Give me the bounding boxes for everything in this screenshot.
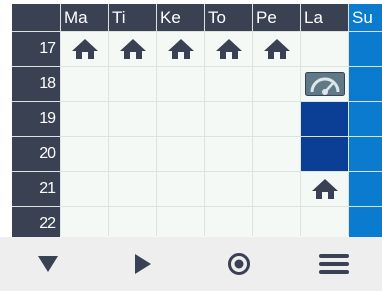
home-icon <box>215 39 242 59</box>
down-triangle-button[interactable] <box>0 237 96 291</box>
schedule-cell[interactable] <box>349 172 382 206</box>
day-header-ke[interactable]: Ke <box>157 4 204 31</box>
home-icon <box>119 39 146 59</box>
day-header-ti[interactable]: Ti <box>109 4 156 31</box>
schedule-cell[interactable] <box>349 207 382 241</box>
schedule-cell[interactable] <box>109 207 156 241</box>
schedule-cell[interactable] <box>205 137 252 171</box>
day-header-su[interactable]: Su <box>349 4 382 31</box>
schedule-cell[interactable] <box>109 172 156 206</box>
hour-label: 20 <box>12 137 60 171</box>
schedule-cell[interactable] <box>61 137 108 171</box>
schedule-cell[interactable] <box>349 67 382 101</box>
day-header-la[interactable]: La <box>301 4 348 31</box>
hour-label: 21 <box>12 172 60 206</box>
schedule-cell[interactable] <box>301 207 348 241</box>
schedule-cell[interactable] <box>205 32 252 66</box>
schedule-cell[interactable] <box>301 172 348 206</box>
schedule-cell[interactable] <box>61 207 108 241</box>
gauge-icon <box>304 72 345 96</box>
bottom-toolbar <box>0 237 382 291</box>
schedule-cell[interactable] <box>109 102 156 136</box>
menu-icon <box>319 254 350 274</box>
home-icon <box>263 39 290 59</box>
down-triangle-icon <box>37 256 58 272</box>
schedule-cell[interactable] <box>253 207 300 241</box>
schedule-cell[interactable] <box>349 102 382 136</box>
schedule-cell[interactable] <box>205 102 252 136</box>
schedule-cell[interactable] <box>157 172 204 206</box>
schedule-cell[interactable] <box>301 137 348 171</box>
schedule-cell[interactable] <box>349 32 382 66</box>
schedule-cell[interactable] <box>301 67 348 101</box>
schedule-cell[interactable] <box>109 137 156 171</box>
home-icon <box>167 39 194 59</box>
hour-label: 18 <box>12 67 60 101</box>
schedule-cell[interactable] <box>253 32 300 66</box>
play-icon <box>135 254 152 274</box>
hour-label: 22 <box>12 207 60 241</box>
schedule-cell[interactable] <box>61 172 108 206</box>
week-scheduler-grid: Ma Ti Ke To Pe La Su 17 18 19 20 21 22 <box>12 4 382 241</box>
schedule-cell[interactable] <box>205 172 252 206</box>
schedule-cell[interactable] <box>157 137 204 171</box>
schedule-cell[interactable] <box>253 137 300 171</box>
day-header-pe[interactable]: Pe <box>253 4 300 31</box>
home-icon <box>311 179 338 199</box>
day-header-ma[interactable]: Ma <box>61 4 108 31</box>
schedule-cell[interactable] <box>157 102 204 136</box>
schedule-cell[interactable] <box>109 32 156 66</box>
schedule-cell[interactable] <box>301 32 348 66</box>
schedule-cell[interactable] <box>205 207 252 241</box>
hour-label: 17 <box>12 32 60 66</box>
day-header-to[interactable]: To <box>205 4 252 31</box>
play-button[interactable] <box>96 237 192 291</box>
home-icon <box>71 39 98 59</box>
schedule-cell[interactable] <box>61 32 108 66</box>
schedule-cell[interactable] <box>301 102 348 136</box>
schedule-cell[interactable] <box>61 67 108 101</box>
schedule-cell[interactable] <box>157 67 204 101</box>
schedule-cell[interactable] <box>253 67 300 101</box>
menu-button[interactable] <box>287 237 382 291</box>
target-circle-icon <box>227 253 250 275</box>
schedule-cell[interactable] <box>349 137 382 171</box>
target-circle-button[interactable] <box>191 237 287 291</box>
schedule-cell[interactable] <box>253 172 300 206</box>
grid-corner <box>12 4 60 31</box>
schedule-cell[interactable] <box>205 67 252 101</box>
schedule-cell[interactable] <box>61 102 108 136</box>
schedule-cell[interactable] <box>109 67 156 101</box>
schedule-cell[interactable] <box>157 207 204 241</box>
hour-label: 19 <box>12 102 60 136</box>
schedule-cell[interactable] <box>157 32 204 66</box>
schedule-cell[interactable] <box>253 102 300 136</box>
